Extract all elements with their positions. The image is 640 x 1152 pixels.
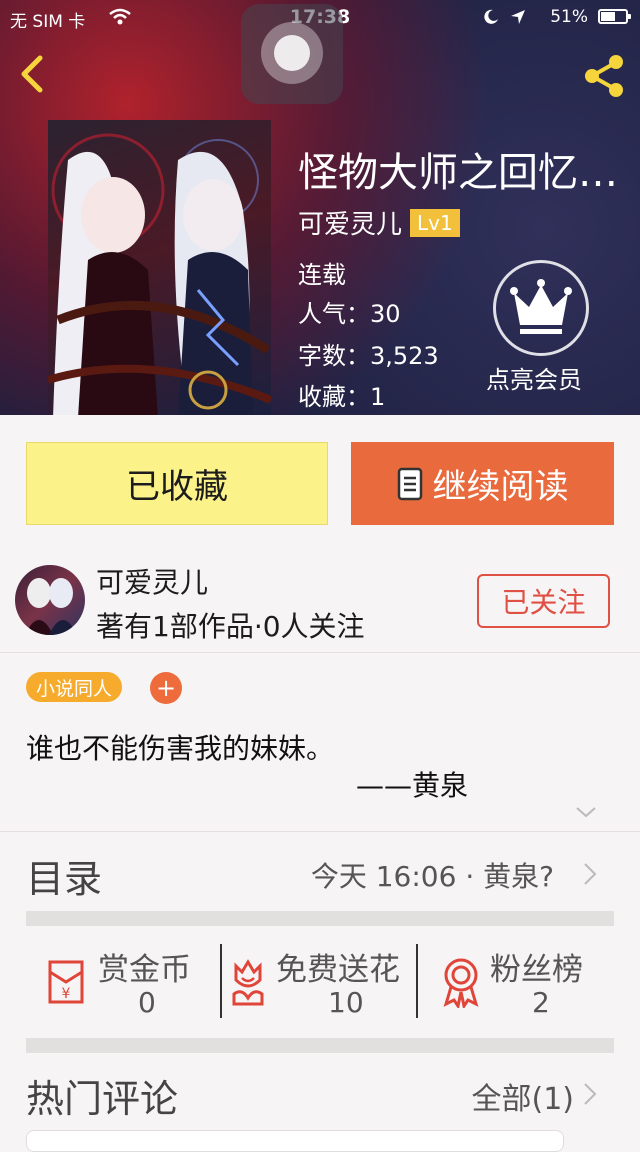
toc-label: 目录 [26, 857, 103, 901]
popularity: 人气：30 [298, 300, 401, 328]
fan-ranking-label: 粉丝榜 [490, 952, 583, 988]
follow-button[interactable]: 已关注 [477, 574, 610, 628]
send-flowers-label: 免费送花 [276, 952, 400, 988]
share-icon[interactable] [580, 52, 628, 100]
battery-icon [598, 9, 631, 24]
reward-coins-item[interactable]: ¥ 赏金币 0 [42, 944, 212, 1019]
level-badge: Lv1 [410, 209, 460, 237]
all-comments-label: 全部(1) [471, 1082, 575, 1117]
latest-chapter: 今天 16:06 · 黄泉? [310, 860, 554, 893]
chevron-right-icon [584, 1083, 597, 1105]
continue-reading-label: 继续阅读 [432, 467, 569, 507]
crown-icon [510, 279, 572, 334]
cover-illustration [48, 133, 271, 415]
assistive-touch-button[interactable] [241, 4, 343, 104]
fan-ranking-item[interactable]: 粉丝榜 2 [440, 944, 600, 1019]
hot-comments-title: 热门评论 [26, 1077, 179, 1121]
medal-icon [443, 958, 479, 1008]
continue-reading-button[interactable]: 继续阅读 [351, 442, 614, 525]
favorited-button[interactable]: 已收藏 [26, 442, 328, 525]
book-title: 怪物大师之回忆… [298, 150, 618, 196]
author-name[interactable]: 可爱灵儿 [96, 561, 208, 601]
divider [416, 944, 418, 1018]
flower-icon [232, 959, 264, 1006]
send-flowers-value: 10 [328, 986, 364, 1019]
vip-label[interactable]: 点亮会员 [486, 360, 582, 395]
battery-percent: 51% [550, 7, 588, 27]
serial-status: 连载 [298, 261, 346, 289]
book-cover[interactable] [48, 120, 271, 415]
expand-chevron-icon[interactable] [574, 804, 598, 820]
favorite-count: 收藏：1 [298, 383, 386, 411]
word-count: 字数：3,523 [298, 342, 439, 370]
book-author[interactable]: 可爱灵儿 [298, 210, 402, 240]
avatar-image [25, 578, 77, 635]
divider [220, 944, 222, 1018]
divider [0, 652, 640, 653]
synopsis-line-2: ——黄泉 [356, 769, 469, 802]
back-icon[interactable] [14, 52, 54, 96]
follow-label: 已关注 [501, 586, 586, 619]
section-band [26, 1038, 614, 1053]
send-flowers-item[interactable]: 免费送花 10 [228, 944, 416, 1019]
favorited-label: 已收藏 [126, 467, 228, 507]
red-envelope-icon: ¥ [48, 960, 84, 1004]
chevron-right-icon [584, 863, 597, 885]
book-author-line[interactable]: 可爱灵儿 Lv1 [298, 204, 460, 241]
genre-tag[interactable]: 小说同人 [26, 672, 123, 702]
svg-text:¥: ¥ [62, 986, 71, 1002]
reward-coins-label: 赏金币 [98, 952, 191, 988]
vip-button[interactable] [493, 260, 589, 356]
moon-icon [484, 9, 498, 24]
author-stats: 著有1部作品·0人关注 [96, 610, 365, 643]
divider [0, 831, 640, 832]
fan-ranking-value: 2 [532, 986, 550, 1019]
add-tag-button[interactable]: + [150, 672, 182, 704]
reward-coins-value: 0 [138, 986, 156, 1019]
author-avatar[interactable] [15, 565, 85, 635]
book-icon [397, 467, 422, 500]
comment-card[interactable] [26, 1130, 564, 1152]
synopsis-line-1: 谁也不能伤害我的妹妹。 [26, 732, 335, 765]
location-icon [511, 10, 525, 24]
section-band [26, 911, 614, 926]
